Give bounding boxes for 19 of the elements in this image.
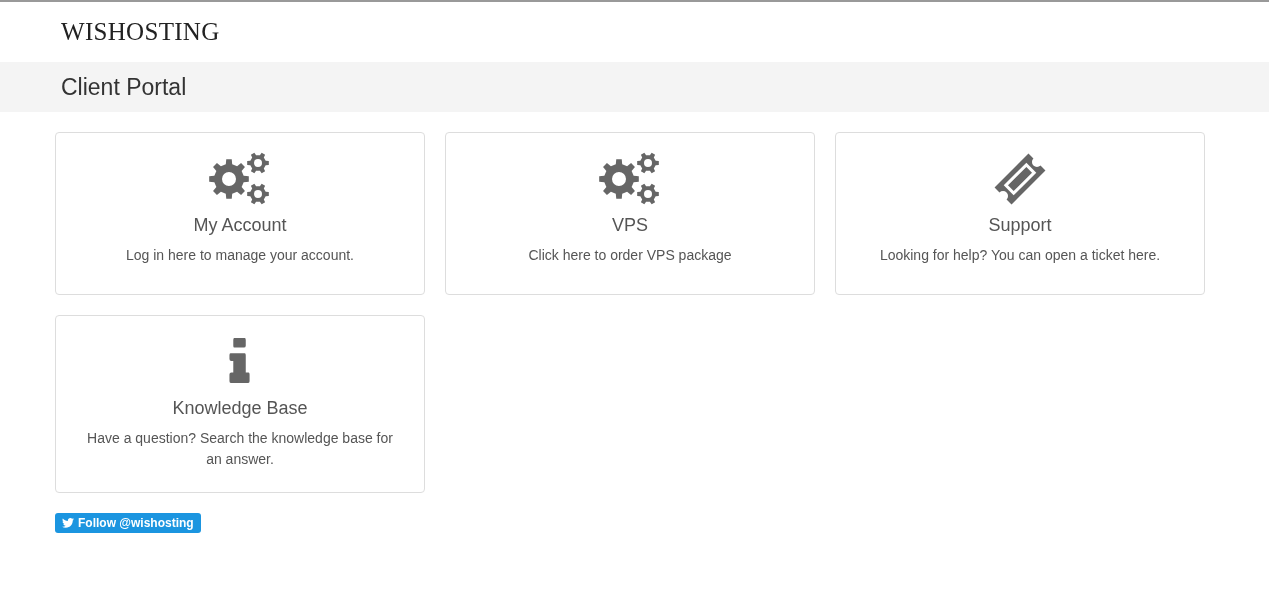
card-title: VPS [612, 215, 648, 236]
portal-card[interactable]: Support Looking for help? You can open a ticket here. [835, 132, 1205, 295]
brand-logo[interactable]: WISHOSTING [61, 18, 220, 46]
page-title: Client Portal [61, 73, 187, 101]
portal-card[interactable]: VPS Click here to order VPS package [445, 132, 815, 295]
portal-card[interactable]: My Account Log in here to manage your account. [55, 132, 425, 295]
card-description: Have a question? Search the knowledge base for an answer. [86, 429, 394, 469]
bird-icon [62, 518, 74, 528]
card-description: Looking for help? You can open a ticket here. [879, 246, 1161, 265]
gears-icon [599, 151, 661, 207]
card-title: My Account [193, 215, 287, 236]
ticket-icon [992, 151, 1048, 207]
info-icon [229, 338, 251, 384]
card-title: Support [988, 215, 1052, 236]
gears-icon [209, 151, 271, 207]
card-description: Log in here to manage your account. [125, 246, 354, 265]
card-description: Click here to order VPS package [528, 246, 732, 265]
card-title: Knowledge Base [172, 398, 308, 419]
portal-card[interactable]: Knowledge Base Have a question? Search the knowledge base for an answer. [55, 315, 425, 493]
